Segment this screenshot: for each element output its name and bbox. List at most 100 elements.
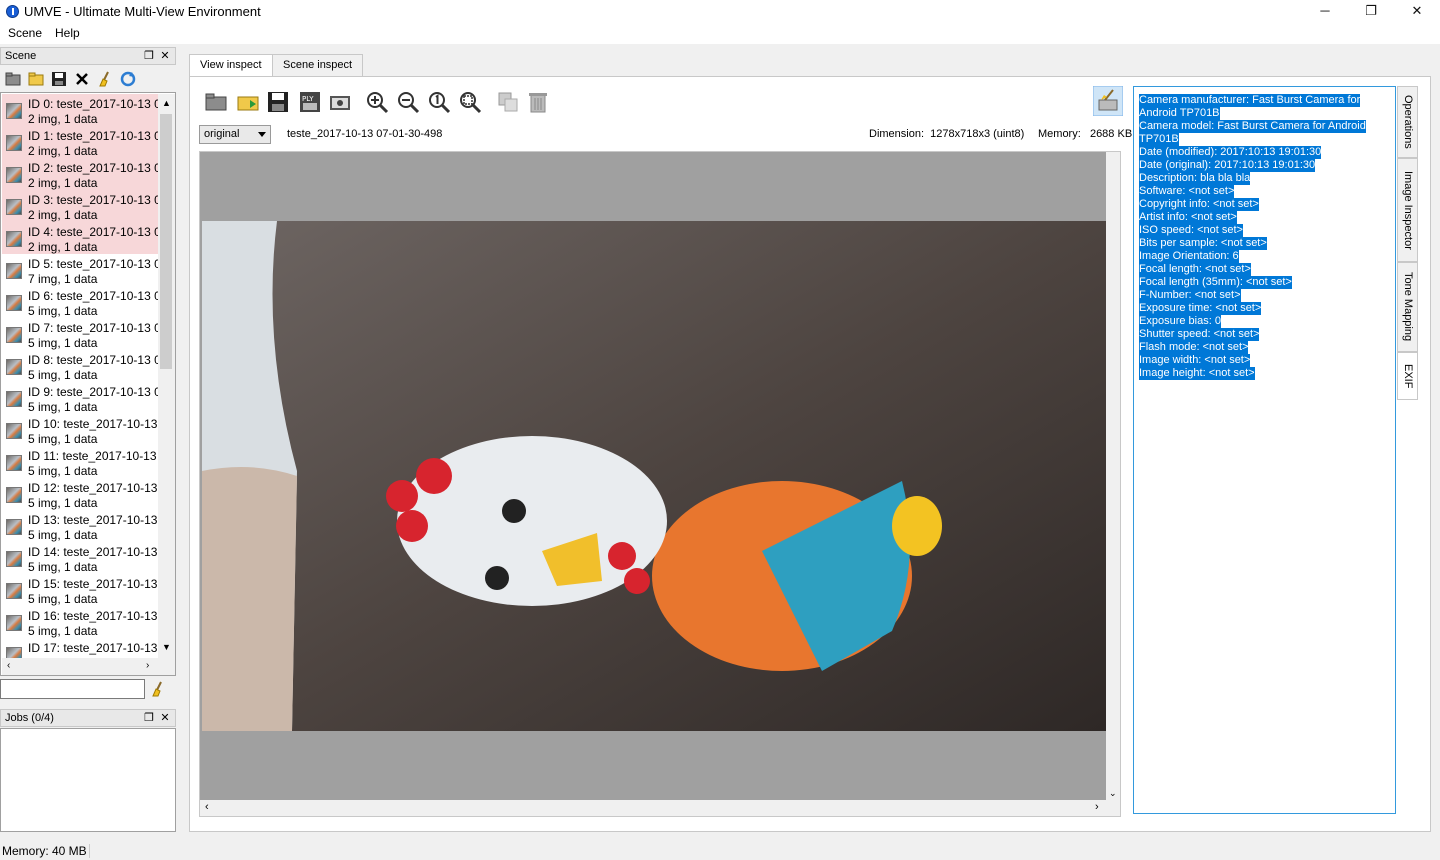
view-title: ID 2: teste_2017-10-13 07 [28, 161, 158, 175]
float-panel-icon[interactable]: ❐ [143, 711, 155, 725]
menu-scene[interactable]: Scene [8, 26, 42, 40]
save-icon[interactable] [51, 71, 67, 87]
scene-view-item[interactable]: ID 12: teste_2017-10-13 05 img, 1 data [2, 478, 158, 510]
exif-details-toggle-icon[interactable] [1093, 86, 1123, 116]
view-thumbnail [6, 455, 22, 471]
view-title: ID 15: teste_2017-10-13 0 [28, 577, 158, 591]
view-title: ID 1: teste_2017-10-13 07 [28, 129, 158, 143]
scene-view-item[interactable]: ID 11: teste_2017-10-13 05 img, 1 data [2, 446, 158, 478]
view-thumbnail [6, 615, 22, 631]
clear-filter-icon[interactable] [150, 681, 166, 697]
scroll-up-icon[interactable]: ▲ [162, 98, 171, 108]
view-info: 5 img, 1 data [28, 624, 98, 638]
image-embedding-select[interactable]: original [199, 125, 271, 144]
scene-view-item[interactable]: ID 2: teste_2017-10-13 07 2 img, 1 data [2, 158, 158, 190]
tab-operations[interactable]: Operations [1397, 86, 1418, 158]
scene-filter-input[interactable] [0, 679, 145, 699]
scene-list-vertical-scrollbar[interactable]: ▲ ▼ [158, 94, 175, 658]
view-thumbnail [6, 295, 22, 311]
tab-image-inspector[interactable]: Image Inspector [1397, 158, 1418, 262]
close-scene-icon[interactable] [74, 71, 90, 87]
view-title: ID 3: teste_2017-10-13 07 [28, 193, 158, 207]
scene-view-list[interactable]: ID 0: teste_2017-10-13 07 2 img, 1 data ID… [0, 92, 176, 676]
view-info: 2 img, 1 data [28, 208, 98, 222]
view-info: 5 img, 1 data [28, 368, 98, 382]
minimize-button[interactable]: ─ [1302, 0, 1348, 24]
scroll-right-icon[interactable]: › [1095, 801, 1099, 813]
reload-icon[interactable] [120, 71, 136, 87]
view-info: 5 img, 1 data [28, 496, 98, 510]
scene-view-item[interactable]: ID 14: teste_2017-10-13 05 img, 1 data [2, 542, 158, 574]
snapshot-icon[interactable] [328, 90, 352, 114]
scroll-right-icon[interactable]: › [146, 660, 149, 671]
view-thumbnail [6, 519, 22, 535]
zoom-fit-icon[interactable] [458, 90, 482, 114]
view-thumbnail [6, 263, 22, 279]
view-thumbnail [6, 487, 22, 503]
view-title: ID 13: teste_2017-10-13 0 [28, 513, 158, 527]
viewport-horizontal-scrollbar[interactable]: ‹ › [200, 800, 1120, 816]
view-info: 5 img, 1 data [28, 592, 98, 606]
scrollbar-thumb[interactable] [160, 114, 172, 369]
jobs-panel-header: Jobs (0/4) ❐ ✕ [0, 709, 176, 727]
view-info: 2 img, 1 data [28, 240, 98, 254]
scene-list-horizontal-scrollbar[interactable]: ‹ › [2, 658, 175, 675]
view-title: ID 10: teste_2017-10-13 0 [28, 417, 158, 431]
scroll-left-icon[interactable]: ‹ [205, 801, 209, 813]
scene-view-item[interactable]: ID 1: teste_2017-10-13 07 2 img, 1 data [2, 126, 158, 158]
reload-image-icon[interactable] [236, 90, 260, 114]
scene-view-item[interactable]: ID 7: teste_2017-10-13 07 5 img, 1 data [2, 318, 158, 350]
scene-view-item[interactable]: ID 15: teste_2017-10-13 05 img, 1 data [2, 574, 158, 606]
chevron-down-icon [258, 132, 266, 137]
tab-view-inspect[interactable]: View inspect [189, 54, 273, 77]
scene-view-item[interactable]: ID 8: teste_2017-10-13 07 5 img, 1 data [2, 350, 158, 382]
view-title: ID 9: teste_2017-10-13 07 [28, 385, 158, 399]
title-bar: UMVE - Ultimate Multi-View Environment ─… [0, 0, 1440, 24]
viewport-vertical-scrollbar[interactable]: ⌄ [1106, 152, 1120, 802]
view-info: 5 img, 1 data [28, 336, 98, 350]
close-window-button[interactable]: ✕ [1394, 0, 1440, 24]
clean-icon[interactable] [97, 71, 113, 87]
view-info: 5 img, 1 data [28, 560, 98, 574]
close-panel-icon[interactable]: ✕ [159, 711, 171, 725]
scroll-left-icon[interactable]: ‹ [7, 660, 10, 671]
scroll-down-icon[interactable]: ▼ [162, 642, 171, 652]
scene-view-item[interactable]: ID 0: teste_2017-10-13 07 2 img, 1 data [2, 94, 158, 126]
scene-toolbar [0, 66, 176, 92]
save-image-icon[interactable] [266, 90, 290, 114]
copy-to-clipboard-icon[interactable] [496, 90, 520, 114]
scene-view-item[interactable]: ID 4: teste_2017-10-13 07 2 img, 1 data [2, 222, 158, 254]
scene-view-item[interactable]: ID 5: teste_2017-10-13 07 7 img, 1 data [2, 254, 158, 286]
scroll-down-icon[interactable]: ⌄ [1109, 788, 1117, 799]
view-info: 7 img, 1 data [28, 272, 98, 286]
view-info: 5 img, 1 data [28, 464, 98, 478]
tab-exif[interactable]: EXIF [1397, 352, 1418, 400]
view-info: 5 img, 1 data [28, 432, 98, 446]
scene-view-item[interactable]: ID 10: teste_2017-10-13 05 img, 1 data [2, 414, 158, 446]
scene-view-item[interactable]: ID 9: teste_2017-10-13 07 5 img, 1 data [2, 382, 158, 414]
zoom-reset-icon[interactable] [427, 90, 451, 114]
float-panel-icon[interactable]: ❐ [143, 49, 155, 63]
tab-tone-mapping[interactable]: Tone Mapping [1397, 262, 1418, 352]
zoom-out-icon[interactable] [396, 90, 420, 114]
maximize-button[interactable]: ❐ [1348, 0, 1394, 24]
close-panel-icon[interactable]: ✕ [159, 49, 171, 63]
scene-view-item[interactable]: ID 13: teste_2017-10-13 05 img, 1 data [2, 510, 158, 542]
tab-scene-inspect[interactable]: Scene inspect [272, 54, 364, 76]
open-folder-icon[interactable] [5, 71, 21, 87]
scene-view-item[interactable]: ID 16: teste_2017-10-13 05 img, 1 data [2, 606, 158, 638]
export-ply-icon[interactable]: PLY [298, 90, 322, 114]
scene-view-item[interactable]: ID 6: teste_2017-10-13 07 5 img, 1 data [2, 286, 158, 318]
menu-help[interactable]: Help [55, 26, 80, 40]
zoom-in-icon[interactable] [365, 90, 389, 114]
open-image-icon[interactable] [204, 90, 228, 114]
exif-text-box[interactable]: Camera manufacturer: Fast Burst Camera f… [1133, 86, 1396, 814]
scene-panel-title: Scene [5, 50, 37, 62]
scene-view-item[interactable]: ID 3: teste_2017-10-13 07 2 img, 1 data [2, 190, 158, 222]
delete-embedding-icon[interactable] [526, 90, 550, 114]
open-file-icon[interactable] [28, 71, 44, 87]
image-viewport[interactable]: ⌄ ‹ › [199, 151, 1121, 817]
view-info: 5 img, 1 data [28, 400, 98, 414]
view-title: ID 17: teste_2017-10-13 0 [28, 641, 158, 655]
jobs-list[interactable] [0, 728, 176, 832]
